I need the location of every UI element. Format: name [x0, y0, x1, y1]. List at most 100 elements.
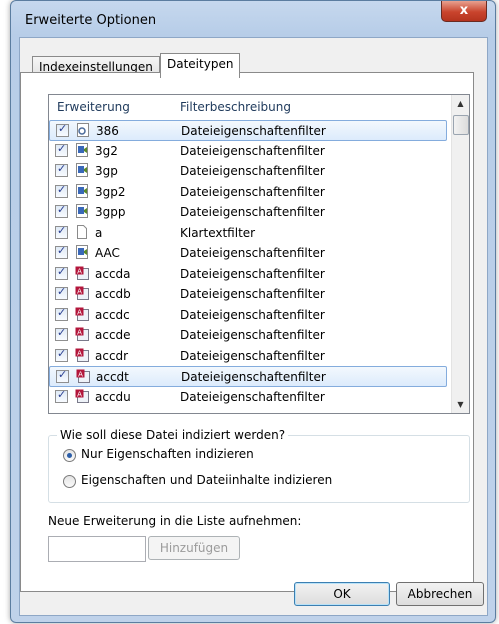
media-file-icon — [75, 245, 89, 259]
svg-text:A: A — [77, 349, 82, 357]
row-description: Dateieigenschaftenfilter — [180, 348, 325, 363]
row-checkbox[interactable] — [56, 122, 69, 137]
row-extension: 3gp — [95, 164, 118, 178]
row-extension: 386 — [96, 124, 119, 138]
scroll-thumb[interactable] — [453, 115, 469, 135]
row-description: Dateieigenschaftenfilter — [181, 370, 326, 384]
row-checkbox[interactable] — [55, 142, 68, 157]
media-file-icon — [75, 163, 89, 177]
access-file-icon: A — [75, 348, 89, 362]
media-file-icon — [75, 204, 89, 218]
tab-label: Dateitypen — [167, 57, 234, 71]
access-file-icon: A — [76, 369, 90, 383]
list-item[interactable]: Aaccde Dateieigenschaftenfilter — [49, 325, 447, 346]
access-file-icon: A — [75, 266, 89, 280]
tab-dateitypen[interactable]: Dateitypen — [160, 53, 241, 78]
row-extension: AAC — [95, 246, 120, 260]
radio-properties-and-contents[interactable] — [63, 475, 76, 488]
row-description: Dateieigenschaftenfilter — [180, 184, 325, 199]
row-description: Dateieigenschaftenfilter — [180, 164, 325, 178]
index-group-title: Wie soll diese Datei indiziert werden? — [57, 428, 289, 442]
cancel-button[interactable]: Abbrechen — [396, 582, 484, 606]
row-description: Klartextfilter — [180, 225, 256, 240]
access-file-icon: A — [75, 327, 89, 341]
scroll-up-icon[interactable]: ▲ — [452, 95, 469, 112]
row-extension: a — [95, 225, 103, 240]
scroll-down-icon[interactable]: ▼ — [452, 396, 469, 413]
svg-text:A: A — [77, 288, 82, 296]
access-file-icon: A — [75, 307, 89, 321]
svg-text:A: A — [77, 308, 82, 316]
close-button[interactable]: x — [441, 1, 487, 22]
vertical-scrollbar[interactable]: ▲ ▼ — [451, 95, 469, 413]
row-extension: accdc — [95, 307, 130, 322]
list-rows: 386 Dateieigenschaftenfilter 3g2 Dateieigen… — [49, 120, 447, 407]
radio-properties-only-label[interactable]: Nur Eigenschaften indizieren — [81, 447, 254, 461]
list-item[interactable]: 3gp2 Dateieigenschaftenfilter — [49, 182, 447, 203]
access-file-icon: A — [75, 389, 89, 403]
svg-text:A: A — [78, 371, 83, 379]
add-button[interactable]: Hinzufügen — [148, 536, 240, 560]
list-item[interactable]: 386 Dateieigenschaftenfilter — [49, 120, 447, 141]
row-checkbox[interactable] — [55, 347, 68, 362]
index-options-group — [48, 435, 470, 503]
list-item[interactable]: Aaccdt Dateieigenschaftenfilter — [49, 366, 447, 387]
row-checkbox[interactable] — [55, 244, 68, 259]
list-item[interactable]: Aaccdr Dateieigenschaftenfilter — [49, 346, 447, 367]
row-description: Dateieigenschaftenfilter — [180, 246, 325, 260]
media-file-icon — [75, 183, 89, 198]
list-item[interactable]: 3gpp Dateieigenschaftenfilter — [49, 202, 447, 223]
list-item[interactable]: Aaccda Dateieigenschaftenfilter — [49, 264, 447, 285]
access-file-icon: A — [75, 286, 89, 300]
column-header-description[interactable]: Filterbeschreibung — [180, 100, 291, 114]
row-extension: accda — [95, 266, 131, 281]
title-bar[interactable]: Erweiterte Optionen x — [11, 1, 495, 37]
row-checkbox[interactable] — [55, 285, 68, 300]
row-description: Dateieigenschaftenfilter — [180, 328, 325, 342]
blank-file-icon — [75, 224, 89, 239]
file-type-list[interactable]: Erweiterung Filterbeschreibung 386 Dateie… — [48, 94, 470, 414]
window-title: Erweiterte Optionen — [25, 13, 157, 28]
list-item[interactable]: 3gp Dateieigenschaftenfilter — [49, 161, 447, 182]
row-description: Dateieigenschaftenfilter — [180, 205, 325, 219]
row-description: Dateieigenschaftenfilter — [180, 266, 325, 281]
list-item[interactable]: 3g2 Dateieigenschaftenfilter — [49, 141, 447, 162]
row-checkbox[interactable] — [55, 224, 68, 239]
row-checkbox[interactable] — [55, 203, 68, 218]
list-header: Erweiterung Filterbeschreibung — [49, 95, 447, 119]
column-header-extension[interactable]: Erweiterung — [57, 100, 130, 114]
row-checkbox[interactable] — [55, 183, 68, 198]
row-checkbox[interactable] — [56, 368, 69, 383]
row-extension: accdu — [95, 389, 131, 404]
list-item[interactable]: Aaccdc Dateieigenschaftenfilter — [49, 305, 447, 326]
list-item[interactable]: a Klartextfilter — [49, 223, 447, 244]
ok-button[interactable]: OK — [294, 582, 390, 606]
radio-properties-and-contents-label[interactable]: Eigenschaften und Dateiinhalte indiziere… — [81, 473, 332, 487]
row-extension: accdt — [96, 370, 129, 384]
list-item[interactable]: AAC Dateieigenschaftenfilter — [49, 243, 447, 264]
media-file-icon — [75, 142, 89, 157]
row-extension: accde — [95, 328, 131, 342]
row-checkbox[interactable] — [55, 306, 68, 321]
close-icon: x — [459, 3, 469, 18]
row-description: Dateieigenschaftenfilter — [180, 307, 325, 322]
add-extension-label: Neue Erweiterung in die Liste aufnehmen: — [48, 514, 302, 528]
svg-text:A: A — [77, 267, 82, 275]
row-extension: accdr — [95, 348, 129, 363]
gear-file-icon — [76, 123, 90, 137]
row-description: Dateieigenschaftenfilter — [180, 143, 325, 158]
list-item[interactable]: Aaccdu Dateieigenschaftenfilter — [49, 387, 447, 408]
row-extension: accdb — [95, 287, 131, 301]
radio-properties-only[interactable] — [63, 449, 76, 462]
row-checkbox[interactable] — [55, 388, 68, 403]
svg-text:A: A — [77, 390, 82, 398]
row-checkbox[interactable] — [55, 326, 68, 341]
row-description: Dateieigenschaftenfilter — [180, 287, 325, 301]
row-checkbox[interactable] — [55, 162, 68, 177]
row-checkbox[interactable] — [55, 265, 68, 280]
svg-text:A: A — [77, 329, 82, 337]
row-extension: 3gp2 — [95, 184, 126, 199]
row-extension: 3g2 — [95, 143, 118, 158]
list-item[interactable]: Aaccdb Dateieigenschaftenfilter — [49, 284, 447, 305]
extension-input[interactable] — [48, 536, 146, 562]
